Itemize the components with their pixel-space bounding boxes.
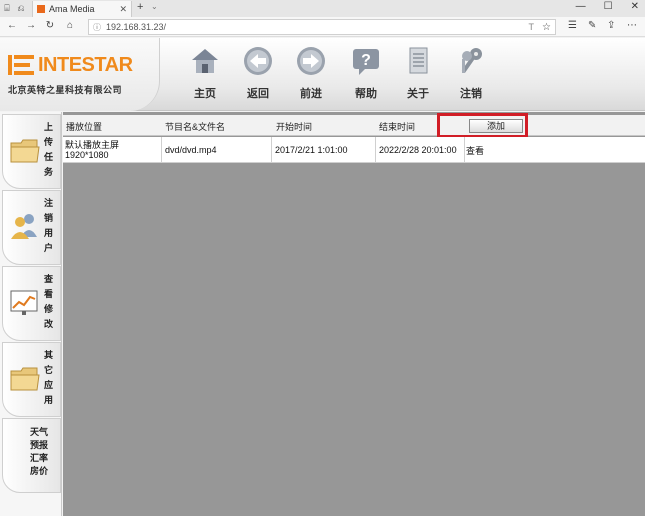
- tab-actions-icon[interactable]: ⌸: [0, 3, 14, 14]
- sidebar-item-label: 查看修改: [44, 275, 54, 330]
- browser-nav-bar: ← → ↻ ⌂ ⓘ 192.168.31.23/ T ☆ ☰ ✎ ⇪ ⋯: [0, 17, 645, 37]
- site-header: INTESTAR 北京英特之星科技有限公司 主页 返回 前进 ? 帮助 关于 注…: [0, 38, 645, 111]
- browser-tab[interactable]: Ama Media ✕: [32, 1, 132, 17]
- sidebar-item-other-apps[interactable]: 其它应用: [2, 342, 61, 417]
- nav-back-button[interactable]: 返回: [238, 46, 278, 101]
- sidebar-item-label: 其它应用: [44, 351, 54, 406]
- sidebar: 上传任务 注销用户 查看修改 其它应用 天气预报汇率房价: [0, 112, 62, 516]
- cell-end-time: 2022/2/28 20:01:00: [376, 137, 465, 163]
- sidebar-item-label: 上传任务: [44, 123, 54, 178]
- svg-text:?: ?: [361, 52, 371, 69]
- cell-file: dvd/dvd.mp4: [162, 137, 272, 163]
- home-icon[interactable]: ⌂: [64, 20, 76, 31]
- column-header-file: 节目名&文件名: [165, 122, 226, 132]
- web-note-icon[interactable]: ✎: [588, 20, 596, 31]
- close-window-icon[interactable]: ✕: [631, 1, 639, 12]
- minimize-icon[interactable]: —: [576, 1, 586, 12]
- nav-logout-button[interactable]: 注销: [451, 46, 491, 101]
- nav-forward-label: 前进: [300, 87, 322, 100]
- sidebar-item-logout-user[interactable]: 注销用户: [2, 190, 61, 265]
- new-tab-icon[interactable]: +: [137, 1, 143, 13]
- logo-text: INTESTAR: [38, 54, 133, 76]
- nav-about-label: 关于: [407, 87, 429, 100]
- back-icon[interactable]: ←: [6, 20, 18, 31]
- window-controls: — ☐ ✕: [576, 1, 639, 12]
- main-content: 播放位置 节目名&文件名 开始时间 结束时间 添加 默认播放主屏 1920*10…: [63, 112, 645, 516]
- cell-start-time: 2017/2/21 1:01:00: [272, 137, 376, 163]
- column-header-position: 播放位置: [66, 122, 103, 132]
- logo-area: INTESTAR 北京英特之星科技有限公司: [0, 38, 160, 111]
- nav-home-label: 主页: [194, 87, 216, 100]
- refresh-icon[interactable]: ↻: [44, 20, 56, 31]
- column-header-start: 开始时间: [276, 122, 313, 132]
- sidebar-item-label: 注销用户: [44, 199, 54, 254]
- keys-icon: [461, 48, 482, 73]
- sidebar-item-view-edit[interactable]: 查看修改: [2, 266, 61, 341]
- nav-home-button[interactable]: 主页: [185, 46, 225, 101]
- column-header-end: 结束时间: [379, 122, 416, 132]
- nav-back-label: 返回: [247, 87, 269, 100]
- nav-help-button[interactable]: ? 帮助: [346, 46, 386, 101]
- table-row: 默认播放主屏 1920*1080 dvd/dvd.mp4 2017/2/21 1…: [63, 137, 645, 163]
- sidebar-item-weather-rates[interactable]: 天气预报汇率房价: [2, 418, 61, 493]
- forward-icon[interactable]: →: [25, 20, 37, 31]
- sidebar-item-upload-task[interactable]: 上传任务: [2, 114, 61, 189]
- address-url[interactable]: 192.168.31.23/: [106, 22, 529, 32]
- view-link[interactable]: 查看: [465, 137, 525, 163]
- back-arrow-icon: [244, 47, 272, 75]
- tab-history-icon[interactable]: ⎌: [14, 3, 28, 14]
- browser-tab-bar: ⌸ ⎌ Ama Media ✕ + ⌄ — ☐ ✕: [0, 0, 645, 17]
- chevron-down-icon[interactable]: ⌄: [151, 2, 158, 11]
- cell-position: 默认播放主屏 1920*1080: [63, 137, 162, 163]
- table-header: 播放位置 节目名&文件名 开始时间 结束时间 添加: [63, 115, 645, 136]
- nav-about-button[interactable]: 关于: [398, 46, 438, 101]
- position-resolution: 1920*1080: [65, 150, 109, 160]
- document-icon: [409, 47, 428, 74]
- share-icon[interactable]: ⇪: [607, 20, 615, 31]
- more-menu-icon[interactable]: ⋯: [627, 20, 637, 31]
- nav-logout-label: 注销: [460, 87, 482, 100]
- folder-icon: [10, 139, 40, 163]
- home-icon: [192, 49, 218, 73]
- maximize-icon[interactable]: ☐: [604, 1, 613, 12]
- forward-arrow-icon: [297, 47, 325, 75]
- sidebar-item-label: 天气预报汇率房价: [30, 428, 49, 477]
- position-name: 默认播放主屏: [65, 140, 120, 150]
- nav-forward-button[interactable]: 前进: [291, 46, 331, 101]
- address-bar[interactable]: ⓘ 192.168.31.23/ T ☆: [88, 19, 556, 35]
- logo-mark-icon: [8, 55, 34, 75]
- browser-window: ⌸ ⎌ Ama Media ✕ + ⌄ — ☐ ✕ ← → ↻ ⌂ ⓘ 192.…: [0, 0, 645, 516]
- tab-title: Ama Media: [49, 4, 95, 14]
- users-icon: [11, 214, 37, 239]
- help-icon: ?: [353, 49, 379, 75]
- company-name: 北京英特之星科技有限公司: [8, 86, 123, 96]
- reading-view-icon[interactable]: T: [529, 22, 535, 32]
- monitor-chart-icon: [10, 290, 38, 315]
- site-info-icon[interactable]: ⓘ: [93, 22, 101, 33]
- favorite-star-icon[interactable]: ☆: [542, 22, 551, 33]
- folder-icon: [10, 367, 40, 391]
- site-favicon-icon: [37, 5, 45, 13]
- close-tab-icon[interactable]: ✕: [119, 4, 127, 15]
- favorites-hub-icon[interactable]: ☰: [568, 20, 577, 31]
- nav-help-label: 帮助: [355, 87, 377, 100]
- add-button[interactable]: 添加: [469, 119, 523, 133]
